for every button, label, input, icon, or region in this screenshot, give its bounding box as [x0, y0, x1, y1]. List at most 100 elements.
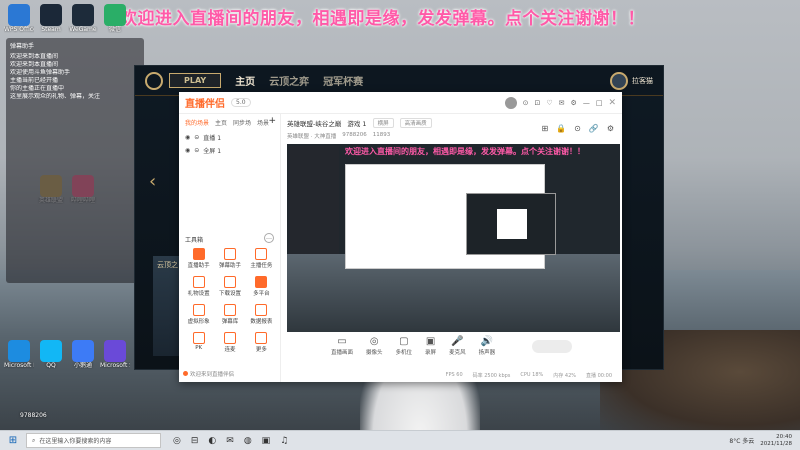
taskbar-app-icon[interactable]: ✉: [226, 436, 234, 446]
game-user-box[interactable]: 拉客猫: [610, 72, 653, 90]
control-label: 摄像头: [366, 350, 383, 356]
desktop-icon-label: WPS Office: [4, 26, 34, 33]
control-label: 扬声器: [478, 350, 496, 356]
toolbox-item[interactable]: 数据报表: [246, 304, 277, 325]
desktop-icon[interactable]: Microsoft Edge: [4, 340, 34, 369]
version-badge[interactable]: 5.0: [231, 98, 251, 107]
toolbox-item[interactable]: 更多: [246, 332, 277, 353]
gear-icon[interactable]: ⚙: [571, 99, 577, 107]
room-tag[interactable]: 高清画质: [399, 118, 432, 128]
layout-icon[interactable]: ⊞: [541, 124, 548, 133]
taskbar-app-icon[interactable]: ▣: [262, 436, 271, 446]
game-nav-tft[interactable]: 云顶之弈: [269, 73, 309, 88]
taskbar-app-icon[interactable]: ◍: [244, 436, 252, 446]
record-icon[interactable]: ⊙: [523, 99, 529, 107]
stream-control-button[interactable]: ◎ 摄像头: [366, 336, 383, 356]
toolbox-item[interactable]: 多平台: [246, 276, 277, 297]
scene-item[interactable]: ◉ ⊝ 直播 1: [179, 131, 280, 144]
start-button[interactable]: ⊞: [0, 435, 26, 446]
taskbar-apps: ◎ ⊟ ◐ ✉ ◍ ▣ ♫: [173, 436, 288, 446]
desktop-icon[interactable]: 微信: [100, 4, 130, 33]
stream-main: 英雄联盟-峡谷之巅 游戏 1 横屏 高清画质 英雄联盟 · 大神直播 97882…: [281, 114, 622, 382]
tool-label: 更多: [255, 347, 267, 353]
control-icon: ▭: [337, 336, 347, 347]
toolbox-item[interactable]: 连麦: [214, 332, 245, 353]
taskbar-app-icon[interactable]: ♫: [280, 436, 288, 446]
room-title[interactable]: 英雄联盟-峡谷之巅: [287, 118, 341, 128]
preview-nested-inner: [497, 209, 527, 239]
gear-icon[interactable]: ⚙: [607, 124, 614, 133]
desktop-icon-label: Microsoft Store: [100, 362, 130, 369]
taskbar-app-icon[interactable]: ⊟: [191, 436, 199, 446]
tab-my-scenes[interactable]: 我的场景: [185, 118, 209, 127]
lock-icon[interactable]: ⊝: [194, 147, 199, 154]
desktop-icon[interactable]: WeGame: [68, 4, 98, 33]
status-item: FPS 60: [445, 372, 463, 378]
stream-control-button[interactable]: ▭ 直播画面: [331, 336, 353, 356]
link-icon[interactable]: 🔗: [589, 124, 599, 133]
desktop-icon[interactable]: QQ: [36, 340, 66, 369]
room-tag[interactable]: 横屏: [372, 118, 394, 128]
maximize-icon[interactable]: □: [596, 99, 603, 107]
tool-label: 连麦: [224, 347, 236, 353]
game-nav-cup[interactable]: 冠军杯赛: [323, 73, 363, 88]
toolbox-item[interactable]: 弹幕库: [214, 304, 245, 325]
clock[interactable]: 20:40 2021/11/28: [760, 434, 792, 448]
toolbox-item[interactable]: 主播任务: [246, 248, 277, 269]
record-icon[interactable]: ⊙: [574, 124, 581, 133]
go-live-button[interactable]: [532, 339, 572, 353]
scene-item[interactable]: ◉ ⊝ 全屏 1: [179, 144, 280, 157]
app-titlebar: 直播伴侣 5.0 ⊙ ⊡ ♡ ✉ ⚙ — □ ✕: [179, 92, 622, 114]
play-button[interactable]: PLAY: [169, 73, 222, 88]
tab-home[interactable]: 主页: [215, 118, 227, 127]
tool-icon: [223, 304, 236, 316]
avatar[interactable]: [504, 96, 517, 109]
eye-icon[interactable]: ◉: [185, 134, 190, 141]
toolbox-item[interactable]: 弹幕助手: [214, 248, 245, 269]
lock-icon[interactable]: ⊝: [194, 134, 199, 141]
desktop-icon[interactable]: Steam: [36, 4, 66, 33]
search-input[interactable]: ⌕ 在这里输入你要搜索的内容: [26, 433, 161, 448]
toolbox-item[interactable]: PK: [183, 332, 214, 353]
lock-icon[interactable]: 🔒: [556, 124, 566, 133]
minimize-icon[interactable]: —: [583, 99, 590, 107]
stream-control-button[interactable]: 🔊 扬声器: [479, 336, 496, 356]
streamer-id-label: 9788206: [20, 412, 47, 419]
desktop-icon[interactable]: Microsoft Store: [100, 340, 130, 369]
stream-preview[interactable]: 欢迎进入直播间的朋友，相遇即是缘，发发弹幕。点个关注谢谢！！: [287, 144, 620, 332]
desktop-icon[interactable]: WPS Office: [4, 4, 34, 33]
desktop-icon-label: 微信: [108, 26, 121, 33]
tool-label: 主播任务: [250, 263, 273, 269]
toolbox-item[interactable]: 下载设置: [214, 276, 245, 297]
tab-scene[interactable]: 场景: [257, 118, 269, 127]
game-nav-home[interactable]: 主页: [235, 73, 255, 88]
toolbox-item[interactable]: 直播助手: [183, 248, 214, 269]
tool-label: 弹幕库: [221, 319, 239, 325]
eye-icon[interactable]: ◉: [185, 147, 190, 154]
tool-label: 虚拟形象: [187, 319, 210, 325]
taskbar-app-icon[interactable]: ◐: [208, 436, 216, 446]
toolbox-more-button[interactable]: …: [264, 233, 274, 243]
close-icon[interactable]: ✕: [608, 98, 616, 108]
weather-label[interactable]: 8°C 多云: [729, 436, 754, 445]
chat-message: 欢迎使用斗鱼弹幕助手: [10, 69, 71, 76]
clock-date: 2021/11/28: [760, 440, 792, 447]
taskbar-app-icon[interactable]: ◎: [173, 436, 181, 446]
game-logo-icon: [145, 71, 163, 90]
toolbox-item[interactable]: 礼物设置: [183, 276, 214, 297]
stream-control-button[interactable]: 🎤 麦克风: [449, 336, 466, 356]
scene-sidebar: 我的场景 主页 同步场 场景 + ◉ ⊝ 直播 1 ◉ ⊝ 全屏 1 工具箱 ……: [179, 114, 281, 382]
stream-control-button[interactable]: ▣ 录屏: [425, 336, 436, 356]
clock-time: 20:40: [776, 433, 792, 440]
heart-icon[interactable]: ♡: [546, 99, 552, 107]
tool-icon: [255, 304, 268, 316]
tool-label: PK: [195, 345, 203, 351]
tab-sync[interactable]: 同步场: [233, 118, 251, 127]
screen-icon[interactable]: ⊡: [535, 99, 541, 107]
toolbox-item[interactable]: 虚拟形象: [183, 304, 214, 325]
stream-control-button[interactable]: ▢ 多机位: [396, 336, 413, 356]
mail-icon[interactable]: ✉: [559, 99, 565, 107]
add-scene-button[interactable]: +: [268, 116, 276, 126]
chevron-left-icon[interactable]: ‹: [149, 171, 156, 192]
desktop-icon[interactable]: 小鹅通: [68, 340, 98, 369]
